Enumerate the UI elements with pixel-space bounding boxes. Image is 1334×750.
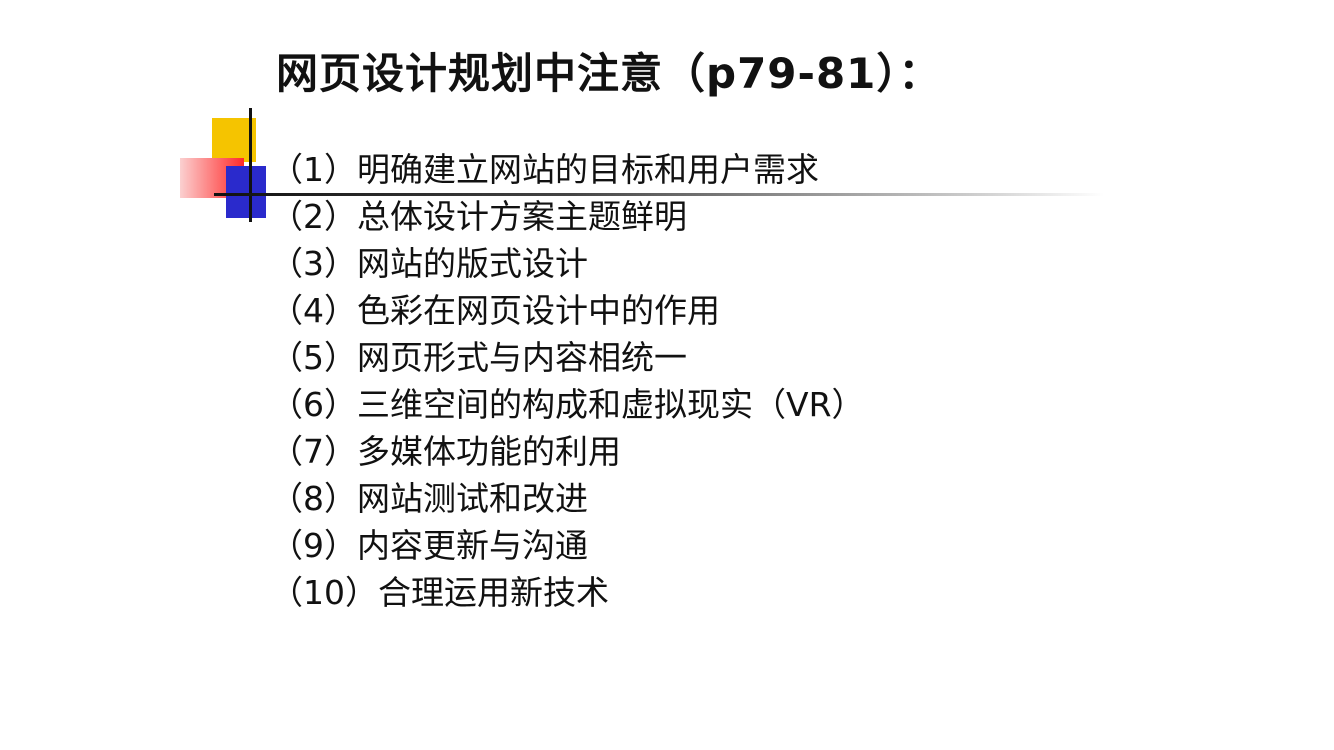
list-item: （7）多媒体功能的利用 (270, 432, 621, 471)
list-item: （4）色彩在网页设计中的作用 (270, 291, 720, 330)
item-list: （1）明确建立网站的目标和用户需求 （2）总体设计方案主题鲜明 （3）网站的版式… (270, 146, 865, 616)
list-item: （2）总体设计方案主题鲜明 (270, 197, 687, 236)
list-item: （5）网页形式与内容相统一 (270, 338, 687, 377)
vertical-rule-decoration (249, 108, 252, 222)
list-item: （3）网站的版式设计 (270, 244, 588, 283)
list-item: （10）合理运用新技术 (270, 573, 609, 612)
blue-square-decoration (226, 166, 266, 218)
slide-title: 网页设计规划中注意（p79-81）： (276, 49, 942, 98)
list-item: （9）内容更新与沟通 (270, 526, 588, 565)
list-item: （6）三维空间的构成和虚拟现实（VR） (270, 385, 865, 424)
slide: 网页设计规划中注意（p79-81）： （1）明确建立网站的目标和用户需求 （2）… (0, 0, 1334, 750)
list-item: （1）明确建立网站的目标和用户需求 (270, 150, 819, 189)
list-item: （8）网站测试和改进 (270, 479, 588, 518)
